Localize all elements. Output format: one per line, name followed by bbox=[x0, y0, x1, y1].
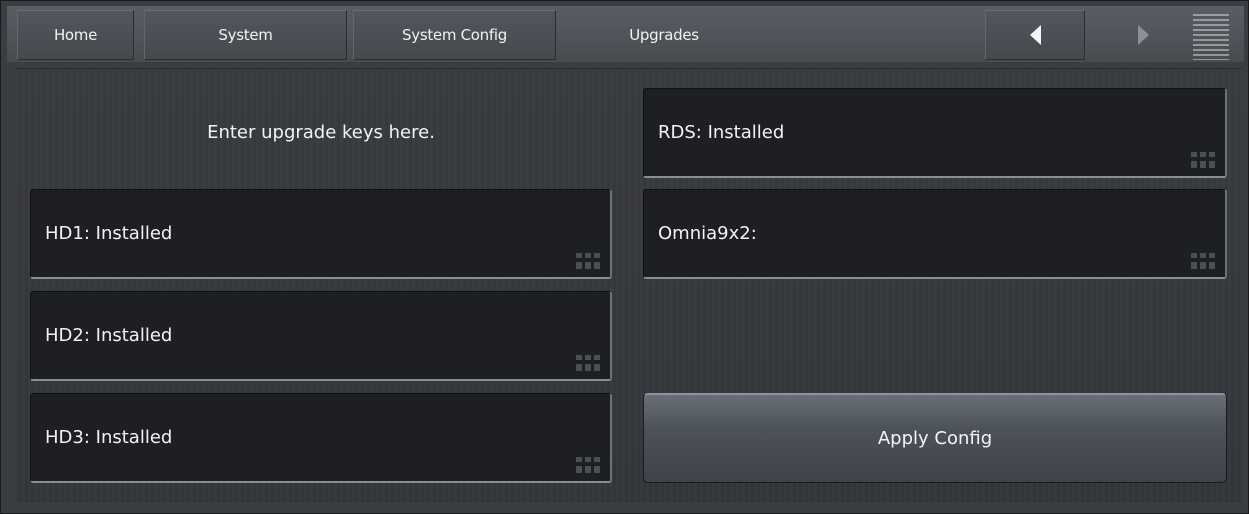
triangle-left-icon bbox=[1029, 25, 1041, 45]
back-button[interactable] bbox=[985, 10, 1085, 60]
keypad-icon bbox=[1191, 253, 1215, 269]
top-navigation-bar: Home System System Config Upgrades bbox=[7, 6, 1244, 62]
keypad-icon bbox=[1191, 152, 1215, 168]
tab-system[interactable]: System bbox=[144, 10, 347, 60]
rds-key-field[interactable]: RDS: Installed bbox=[643, 88, 1227, 178]
hd1-key-field[interactable]: HD1: Installed bbox=[30, 189, 612, 279]
keypad-icon bbox=[576, 253, 600, 269]
triangle-right-icon bbox=[1137, 25, 1149, 45]
tab-home[interactable]: Home bbox=[17, 10, 134, 60]
hd3-key-field[interactable]: HD3: Installed bbox=[30, 393, 612, 483]
keypad-icon bbox=[576, 457, 600, 473]
omnia9x2-key-field[interactable]: Omnia9x2: bbox=[643, 189, 1227, 279]
tab-system-config[interactable]: System Config bbox=[353, 10, 556, 60]
keypad-icon bbox=[576, 355, 600, 371]
hd2-field-label: HD2: Installed bbox=[45, 325, 173, 346]
current-page-title: Upgrades bbox=[629, 26, 699, 44]
tab-system-config-label: System Config bbox=[402, 26, 507, 44]
omnia9x2-field-label: Omnia9x2: bbox=[658, 223, 757, 244]
rds-field-label: RDS: Installed bbox=[658, 122, 785, 143]
forward-button[interactable] bbox=[1093, 10, 1193, 60]
hd2-key-field[interactable]: HD2: Installed bbox=[30, 291, 612, 381]
breadcrumb-current: Upgrades bbox=[564, 10, 764, 60]
tab-home-label: Home bbox=[53, 26, 98, 44]
apply-config-button[interactable]: Apply Config bbox=[643, 393, 1227, 483]
hd1-field-label: HD1: Installed bbox=[45, 223, 173, 244]
info-text: Enter upgrade keys here. bbox=[207, 121, 435, 143]
apply-config-label: Apply Config bbox=[877, 427, 993, 449]
menu-icon[interactable] bbox=[1193, 14, 1229, 60]
hd3-field-label: HD3: Installed bbox=[45, 427, 173, 448]
tab-system-label: System bbox=[218, 26, 273, 44]
